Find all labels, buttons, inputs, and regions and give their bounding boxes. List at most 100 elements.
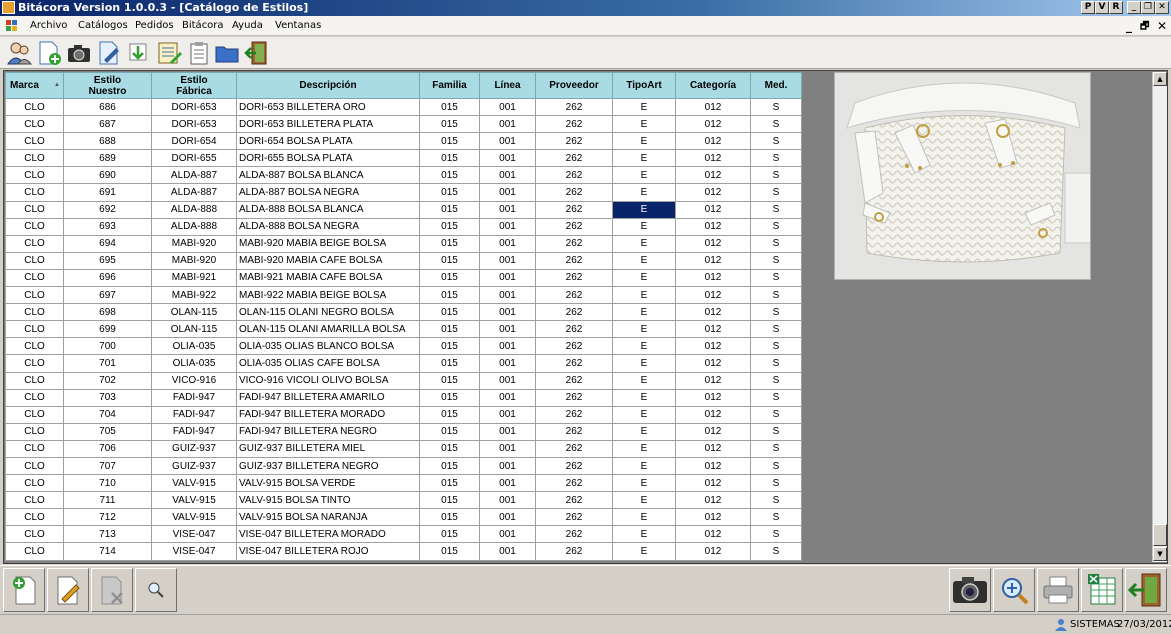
table-cell[interactable]: 001 [479, 251, 536, 270]
table-cell[interactable]: 262 [535, 422, 613, 441]
table-cell[interactable]: 012 [675, 183, 751, 202]
table-cell[interactable]: 015 [419, 251, 480, 270]
table-cell[interactable]: DORI-654 BOLSA PLATA [236, 132, 420, 151]
table-cell[interactable]: 262 [535, 303, 613, 322]
table-cell[interactable]: 001 [479, 525, 536, 544]
table-cell[interactable]: 001 [479, 183, 536, 202]
table-cell[interactable]: 015 [419, 97, 480, 117]
table-cell[interactable]: E [612, 217, 676, 236]
table-cell[interactable]: 262 [535, 183, 613, 202]
table-cell[interactable]: 015 [419, 200, 480, 219]
table-cell[interactable]: CLO [5, 491, 64, 510]
table-row[interactable]: CLO 704 FADI-947 FADI-947 BILLETERA MORADO 0… [5, 405, 802, 424]
search-button[interactable] [135, 568, 177, 612]
table-cell[interactable]: 001 [479, 542, 536, 561]
delete-button[interactable] [91, 568, 133, 612]
table-cell[interactable]: VISE-047 [151, 542, 237, 561]
table-cell[interactable]: E [612, 115, 676, 134]
table-row[interactable]: CLO 686 DORI-653 DORI-653 BILLETERA ORO 015 0… [5, 97, 802, 117]
new-document-icon[interactable] [36, 40, 62, 66]
table-cell[interactable]: VALV-915 BOLSA NARANJA [236, 508, 420, 527]
table-cell[interactable]: FADI-947 [151, 422, 237, 441]
table-cell[interactable]: E [612, 268, 676, 288]
users-icon[interactable] [6, 40, 32, 66]
table-cell[interactable]: CLO [5, 508, 64, 527]
restore-button[interactable]: ❐ [1141, 1, 1155, 14]
table-cell[interactable]: CLO [5, 456, 64, 476]
table-cell[interactable]: E [612, 149, 676, 168]
table-cell[interactable]: E [612, 474, 676, 493]
table-cell[interactable]: 012 [675, 149, 751, 168]
table-cell[interactable]: OLIA-035 OLIAS BLANCO BOLSA [236, 337, 420, 356]
table-row[interactable]: CLO 692 ALDA-888 ALDA-888 BOLSA BLANCA 015 00… [5, 200, 802, 219]
close-button[interactable]: ✕ [1155, 1, 1169, 14]
table-cell[interactable]: GUIZ-937 [151, 439, 237, 458]
table-cell[interactable]: MABI-921 [151, 268, 237, 288]
table-cell[interactable]: 001 [479, 200, 536, 219]
table-cell[interactable]: 015 [419, 166, 480, 185]
table-cell[interactable]: VISE-047 BILLETERA MORADO [236, 525, 420, 544]
table-cell[interactable]: CLO [5, 405, 64, 424]
mdi-window-icon[interactable] [6, 20, 18, 32]
table-cell[interactable]: CLO [5, 320, 64, 339]
table-cell[interactable]: 686 [63, 97, 152, 117]
table-cell[interactable]: 015 [419, 491, 480, 510]
table-cell[interactable]: 012 [675, 508, 751, 527]
table-cell[interactable]: S [750, 542, 802, 561]
table-cell[interactable]: 012 [675, 337, 751, 356]
exit-button[interactable] [1125, 568, 1167, 612]
table-cell[interactable]: CLO [5, 251, 64, 270]
column-header-estilo-fábrica[interactable]: Estilo Fábrica [151, 72, 237, 99]
table-cell[interactable]: 001 [479, 320, 536, 339]
scroll-down-arrow[interactable]: ▼ [1153, 547, 1167, 561]
table-cell[interactable]: S [750, 508, 802, 527]
table-row[interactable]: CLO 712 VALV-915 VALV-915 BOLSA NARANJA 015 0… [5, 508, 802, 527]
table-row[interactable]: CLO 699 OLAN-115 OLAN-115 OLANI AMARILLA BO… [5, 320, 802, 339]
table-cell[interactable]: 262 [535, 371, 613, 390]
table-cell[interactable]: MABI-920 MABIA CAFE BOLSA [236, 251, 420, 270]
table-row[interactable]: CLO 698 OLAN-115 OLAN-115 OLANI NEGRO BOLSA… [5, 303, 802, 322]
table-cell[interactable]: S [750, 337, 802, 356]
table-cell[interactable]: 015 [419, 320, 480, 339]
table-cell[interactable]: 015 [419, 234, 480, 253]
table-row[interactable]: CLO 697 MABI-922 MABI-922 MABIA BEIGE BOLSA… [5, 286, 802, 305]
table-cell[interactable]: 262 [535, 132, 613, 151]
table-cell[interactable]: S [750, 491, 802, 510]
table-cell[interactable]: DORI-655 [151, 149, 237, 168]
table-cell[interactable]: CLO [5, 303, 64, 322]
table-cell[interactable]: CLO [5, 337, 64, 356]
table-cell[interactable]: 262 [535, 542, 613, 561]
table-cell[interactable]: CLO [5, 183, 64, 202]
column-header-tipoart[interactable]: TipoArt [612, 72, 676, 99]
exit-icon[interactable] [244, 40, 270, 66]
table-cell[interactable]: 001 [479, 405, 536, 424]
table-cell[interactable]: 262 [535, 234, 613, 253]
print-button[interactable] [1037, 568, 1079, 612]
minimize-button[interactable]: _ [1127, 1, 1141, 14]
table-cell[interactable]: E [612, 439, 676, 458]
table-cell[interactable]: 012 [675, 422, 751, 441]
table-cell[interactable]: E [612, 422, 676, 441]
table-cell[interactable]: 711 [63, 491, 152, 510]
table-cell[interactable]: 001 [479, 97, 536, 117]
table-cell[interactable]: 015 [419, 217, 480, 236]
table-cell[interactable]: VALV-915 [151, 491, 237, 510]
table-cell[interactable]: 015 [419, 115, 480, 134]
table-cell[interactable]: 012 [675, 217, 751, 236]
table-cell[interactable]: 015 [419, 337, 480, 356]
edit-button[interactable] [47, 568, 89, 612]
table-cell[interactable]: E [612, 456, 676, 476]
table-cell[interactable]: 687 [63, 115, 152, 134]
table-cell[interactable]: E [612, 132, 676, 151]
table-cell[interactable]: 262 [535, 405, 613, 424]
table-cell[interactable]: CLO [5, 525, 64, 544]
table-cell[interactable]: S [750, 97, 802, 117]
table-cell[interactable]: DORI-655 BOLSA PLATA [236, 149, 420, 168]
table-cell[interactable]: MABI-920 [151, 234, 237, 253]
table-cell[interactable]: S [750, 303, 802, 322]
table-cell[interactable]: S [750, 439, 802, 458]
table-cell[interactable]: 700 [63, 337, 152, 356]
menu-catalogos[interactable]: Catálogos [78, 20, 128, 31]
table-cell[interactable]: ALDA-887 [151, 166, 237, 185]
table-cell[interactable]: S [750, 183, 802, 202]
